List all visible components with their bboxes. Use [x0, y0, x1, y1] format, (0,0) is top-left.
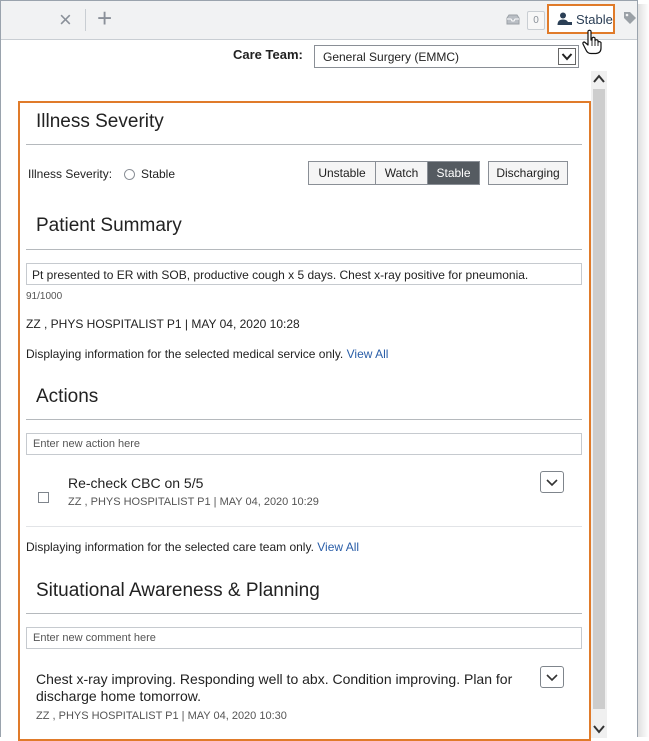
section-rule — [26, 144, 582, 145]
action-checkbox[interactable] — [38, 492, 49, 503]
person-icon — [557, 12, 572, 25]
severity-radio — [124, 169, 135, 180]
patient-summary-title: Patient Summary — [36, 215, 182, 236]
window-shadow — [638, 4, 649, 737]
inbox-icon[interactable] — [506, 14, 520, 25]
severity-option-stable[interactable]: Stable — [427, 161, 480, 185]
inbox-count-badge: 0 — [527, 11, 545, 30]
care-team-label: Care Team: — [233, 47, 303, 62]
tag-icon[interactable] — [623, 11, 637, 25]
new-comment-input[interactable] — [26, 627, 582, 649]
actions-note-text: Displaying information for the selected … — [26, 540, 314, 554]
illness-severity-title: Illness Severity — [36, 111, 164, 132]
close-tab-button[interactable]: × — [59, 9, 72, 31]
tab-bar: × + 0 Stable — [1, 1, 637, 40]
summary-author-line: ZZ , PHYS HOSPITALIST P1 | MAY 04, 2020 … — [26, 317, 300, 331]
care-team-dropdown-button[interactable] — [558, 48, 576, 65]
action-expand-button[interactable] — [540, 471, 564, 493]
actions-note: Displaying information for the selected … — [26, 540, 359, 554]
new-action-text-input[interactable] — [31, 437, 575, 451]
chevron-down-icon — [546, 479, 558, 487]
care-team-select[interactable]: General Surgery (EMMC) — [314, 45, 579, 68]
new-action-input[interactable] — [26, 433, 582, 455]
comment-author: ZZ , PHYS HOSPITALIST P1 | MAY 04, 2020 … — [36, 710, 287, 722]
scrollbar[interactable] — [591, 71, 607, 738]
action-item-author: ZZ , PHYS HOSPITALIST P1 | MAY 04, 2020 … — [68, 496, 319, 508]
new-comment-text-input[interactable] — [31, 631, 575, 645]
patient-summary-field[interactable]: Pt presented to ER with SOB, productive … — [26, 263, 582, 285]
patient-status-panel: Illness Severity Illness Severity: Stabl… — [18, 101, 591, 741]
illness-severity-current: Stable — [141, 167, 176, 181]
tab-separator — [85, 9, 86, 31]
severity-option-discharging[interactable]: Discharging — [488, 161, 568, 185]
severity-option-unstable[interactable]: Unstable — [308, 161, 376, 185]
add-tab-button[interactable]: + — [97, 5, 112, 31]
patient-summary-text: Pt presented to ER with SOB, productive … — [32, 268, 529, 282]
scroll-down-arrow[interactable] — [591, 722, 607, 736]
action-item-text: Re-check CBC on 5/5 — [68, 475, 204, 491]
comment-text-line1: Chest x-ray improving. Responding well t… — [36, 671, 513, 687]
section-rule — [26, 613, 582, 614]
scroll-up-arrow[interactable] — [591, 71, 607, 87]
comment-expand-button[interactable] — [540, 666, 564, 688]
app-window: × + 0 Stable Care Team: General Surgery … — [0, 0, 638, 741]
section-rule — [26, 249, 582, 250]
char-count: 91/1000 — [26, 291, 63, 302]
care-team-value: General Surgery (EMMC) — [323, 50, 460, 64]
chevron-down-icon — [561, 53, 573, 61]
scroll-thumb[interactable] — [593, 89, 605, 709]
section-rule — [26, 419, 582, 420]
illness-severity-field-label: Illness Severity: — [28, 167, 113, 181]
severity-option-watch[interactable]: Watch — [375, 161, 428, 185]
status-label: Stable — [576, 12, 613, 27]
chevron-down-icon — [546, 674, 558, 682]
situational-awareness-title: Situational Awareness & Planning — [36, 580, 320, 601]
summary-view-all-link[interactable]: View All — [347, 347, 389, 361]
item-divider — [26, 526, 582, 527]
summary-note: Displaying information for the selected … — [26, 347, 388, 361]
comment-text-line2: discharge home tomorrow. — [36, 688, 201, 704]
actions-title: Actions — [36, 386, 99, 407]
summary-note-text: Displaying information for the selected … — [26, 347, 344, 361]
hand-cursor-icon — [582, 29, 602, 55]
actions-view-all-link[interactable]: View All — [317, 540, 359, 554]
